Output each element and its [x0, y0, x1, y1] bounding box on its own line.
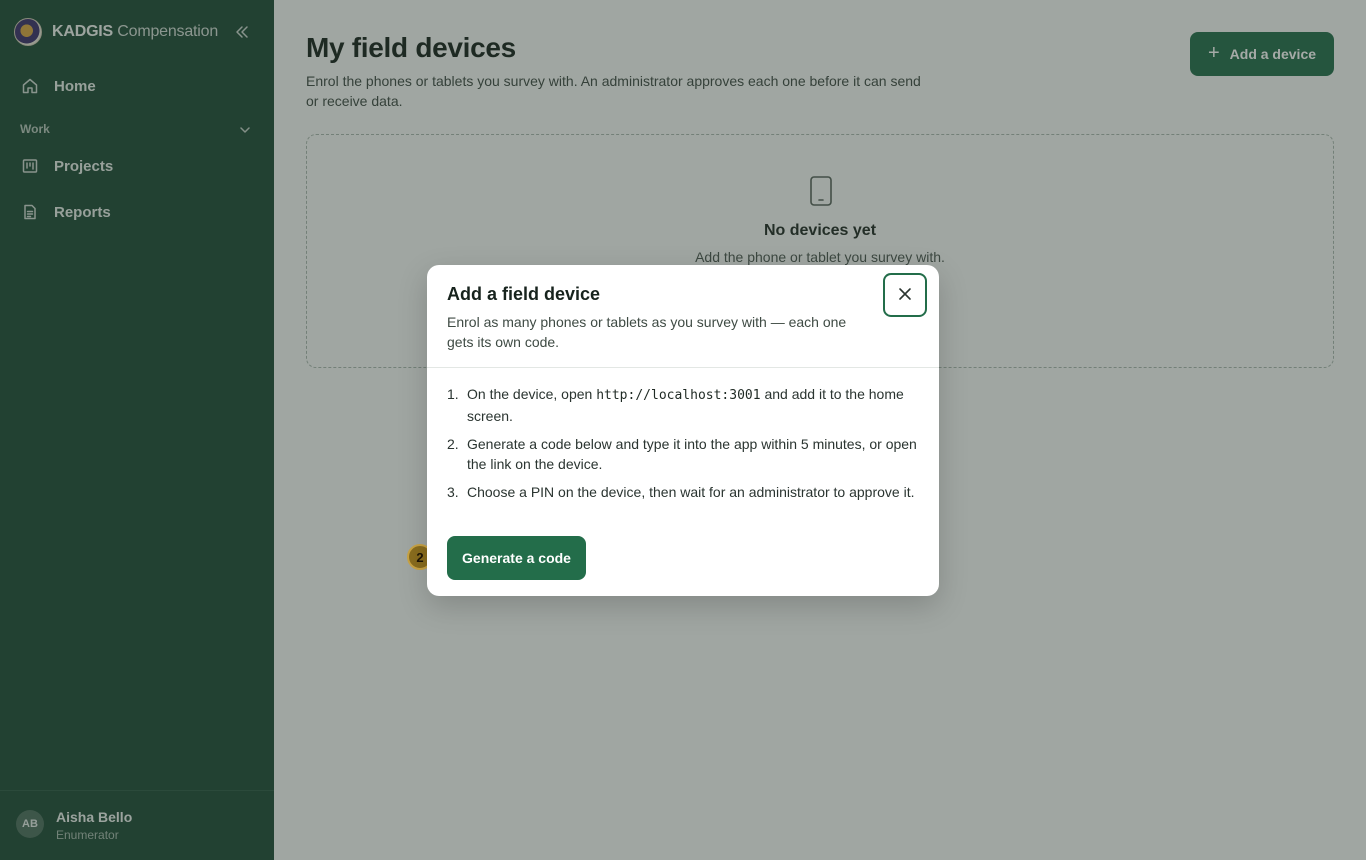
- close-icon: [898, 287, 912, 304]
- instruction-step: 3. Choose a PIN on the device, then wait…: [447, 484, 915, 500]
- dialog-divider: [427, 367, 939, 368]
- dialog-title: Add a field device: [447, 284, 601, 304]
- dialog-subtitle: Enrol as many phones or tablets as you s…: [447, 314, 847, 350]
- instruction-steps: 1. On the device, open http://localhost:…: [447, 384, 917, 510]
- close-dialog-button[interactable]: [883, 273, 927, 317]
- add-device-dialog: Add a field device Enrol as many phones …: [427, 265, 939, 596]
- device-url: http://localhost:3001: [596, 388, 761, 403]
- instruction-step: 1. On the device, open http://localhost:…: [447, 386, 904, 424]
- instruction-step: 2. Generate a code below and type it int…: [447, 436, 917, 472]
- generate-code-button[interactable]: Generate a code: [447, 536, 586, 580]
